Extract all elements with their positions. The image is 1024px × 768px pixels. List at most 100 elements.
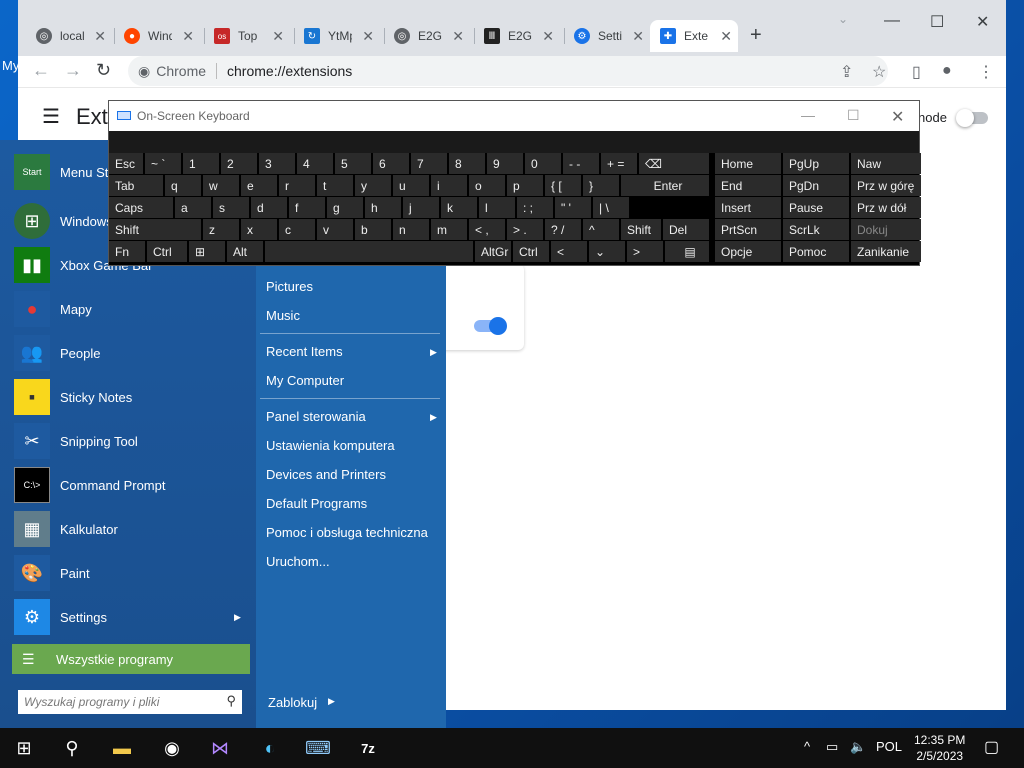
key-pause[interactable]: Pause [783, 197, 849, 218]
key-3[interactable]: 3 [259, 153, 295, 174]
bookmark-star-icon[interactable]: ☆ [872, 62, 886, 82]
hamburger-icon[interactable]: ☰ [42, 104, 60, 129]
link-my-computer[interactable]: My Computer [266, 373, 344, 388]
key-c[interactable]: c [279, 219, 315, 240]
key-r[interactable]: r [279, 175, 315, 196]
tab-extensions[interactable]: ✚ Exte ✕ [650, 20, 738, 52]
reload-icon[interactable]: ↻ [96, 60, 111, 81]
key-zanikanie[interactable]: Zanikanie [851, 241, 921, 262]
minimize-icon[interactable]: — [884, 12, 900, 30]
app-mapy[interactable]: ● Mapy [14, 291, 92, 327]
key-menu-icon[interactable]: ▤ [665, 241, 709, 262]
all-programs-button[interactable]: ☰ Wszystkie programy [12, 644, 250, 674]
key-quote[interactable]: " ' [555, 197, 591, 218]
side-panel-icon[interactable]: ▯ [912, 62, 921, 82]
chevron-up-icon[interactable]: ^ [804, 739, 810, 754]
key-k[interactable]: k [441, 197, 477, 218]
link-ustawienia-komputera[interactable]: Ustawienia komputera [266, 438, 395, 453]
search-icon[interactable]: ⚲ [48, 728, 96, 768]
start-search-input[interactable]: Wyszukaj programy i pliki ⚲ [18, 690, 242, 714]
key-tab[interactable]: Tab [109, 175, 163, 196]
key-period[interactable]: > . [507, 219, 543, 240]
close-icon[interactable]: ✕ [182, 28, 194, 45]
network-icon[interactable]: ▭ [826, 739, 838, 755]
back-icon[interactable]: ← [32, 60, 50, 81]
key-pomoc[interactable]: Pomoc [783, 241, 849, 262]
link-music[interactable]: Music [266, 308, 300, 323]
key-insert[interactable]: Insert [715, 197, 781, 218]
tab-search-icon[interactable]: ⌄ [838, 12, 848, 26]
tab-e2gu-2[interactable]: Ⅲ E2Gu ✕ [474, 20, 560, 52]
key-pgup[interactable]: PgUp [783, 153, 849, 174]
volume-icon[interactable]: 🔈 [850, 739, 866, 755]
search-icon[interactable]: ⚲ [226, 693, 236, 709]
key-ctrl[interactable]: Ctrl [147, 241, 187, 262]
link-recent-items[interactable]: Recent Items [266, 344, 343, 359]
key-shift[interactable]: Shift [109, 219, 201, 240]
profile-icon[interactable]: ● [942, 62, 952, 80]
window-close-icon[interactable]: ✕ [976, 12, 989, 32]
key-prtscn[interactable]: PrtScn [715, 219, 781, 240]
close-icon[interactable]: ✕ [891, 107, 904, 127]
start-button-windows-icon[interactable]: ⊞ [0, 728, 48, 768]
key-right-ctrl[interactable]: Ctrl [513, 241, 549, 262]
key-p[interactable]: p [507, 175, 543, 196]
key-caps[interactable]: Caps [109, 197, 173, 218]
key-w[interactable]: w [203, 175, 239, 196]
key-y[interactable]: y [355, 175, 391, 196]
visual-studio-icon[interactable]: ⋈ [196, 728, 244, 768]
key-space[interactable] [265, 241, 473, 262]
key-naw[interactable]: Naw [851, 153, 921, 174]
key-altgr[interactable]: AltGr [475, 241, 511, 262]
key-v[interactable]: v [317, 219, 353, 240]
on-screen-keyboard-icon[interactable]: ⌨ [294, 728, 342, 768]
key-t[interactable]: t [317, 175, 353, 196]
app-menu-start[interactable]: Start Menu Sta [14, 154, 116, 190]
key-q[interactable]: q [165, 175, 201, 196]
key-minus[interactable]: - - [563, 153, 599, 174]
app-sticky-notes[interactable]: ▪ Sticky Notes [14, 379, 132, 415]
key-enter[interactable]: Enter [621, 175, 709, 196]
app-snipping-tool[interactable]: ✂ Snipping Tool [14, 423, 138, 459]
close-icon[interactable]: ✕ [362, 28, 374, 45]
edge-icon[interactable]: ◐ [246, 728, 294, 768]
key-1[interactable]: 1 [183, 153, 219, 174]
lock-options-arrow-icon[interactable]: ▶ [328, 696, 335, 707]
key-end[interactable]: End [715, 175, 781, 196]
key-home[interactable]: Home [715, 153, 781, 174]
developer-mode-toggle[interactable] [956, 109, 988, 127]
7zip-icon[interactable]: 7z [344, 728, 392, 768]
key-prz-w-dol[interactable]: Prz w dół [851, 197, 921, 218]
extension-enable-toggle[interactable] [474, 317, 507, 335]
key-right-icon[interactable]: > [627, 241, 663, 262]
key-a[interactable]: a [175, 197, 211, 218]
app-people[interactable]: 👥 People [14, 335, 100, 371]
key-n[interactable]: n [393, 219, 429, 240]
key-u[interactable]: u [393, 175, 429, 196]
app-kalkulator[interactable]: ▦ Kalkulator [14, 511, 118, 547]
key-slash[interactable]: ? / [545, 219, 581, 240]
close-icon[interactable]: ✕ [94, 28, 106, 45]
link-run[interactable]: Uruchom... [266, 554, 330, 569]
share-icon[interactable]: ⇪ [840, 62, 853, 82]
key-g[interactable]: g [327, 197, 363, 218]
key-4[interactable]: 4 [297, 153, 333, 174]
link-pictures[interactable]: Pictures [266, 279, 313, 294]
key-backslash[interactable]: | \ [593, 197, 629, 218]
forward-icon[interactable]: → [64, 60, 82, 81]
key-i[interactable]: i [431, 175, 467, 196]
minimize-icon[interactable]: — [801, 107, 815, 123]
tab-top[interactable]: os Top ✕ [204, 20, 290, 52]
tab-settings[interactable]: ⚙ Setti ✕ [564, 20, 650, 52]
key-7[interactable]: 7 [411, 153, 447, 174]
key-e[interactable]: e [241, 175, 277, 196]
app-command-prompt[interactable]: C:\> Command Prompt [14, 467, 165, 503]
app-paint[interactable]: 🎨 Paint [14, 555, 90, 591]
key-semicolon[interactable]: : ; [517, 197, 553, 218]
key-equals[interactable]: + = [601, 153, 637, 174]
key-j[interactable]: j [403, 197, 439, 218]
close-icon[interactable]: ✕ [632, 28, 644, 45]
key-6[interactable]: 6 [373, 153, 409, 174]
key-alt[interactable]: Alt [227, 241, 263, 262]
close-icon[interactable]: ✕ [720, 28, 732, 45]
